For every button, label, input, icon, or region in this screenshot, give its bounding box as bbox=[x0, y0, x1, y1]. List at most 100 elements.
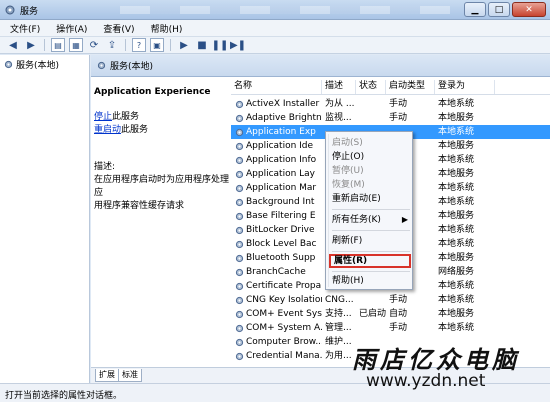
service-startup-cell: 自动 bbox=[389, 309, 408, 319]
service-logon-cell: 本地系统 bbox=[438, 183, 475, 193]
title-bar: 服务 ▁ □ ✕ bbox=[0, 0, 550, 20]
menu-stop[interactable]: 停止(O) bbox=[332, 150, 412, 164]
gear-icon bbox=[235, 352, 244, 360]
service-name-text: Application Ide bbox=[246, 141, 314, 151]
menu-restart[interactable]: 重新启动(E) bbox=[332, 192, 412, 206]
menu-separator bbox=[332, 271, 410, 272]
menu-action[interactable]: 操作(A) bbox=[46, 20, 93, 36]
menu-start[interactable]: 启动(S) bbox=[332, 136, 412, 150]
table-row[interactable]: CNG Key Isolation CNG... 手动 本地系统 bbox=[231, 293, 550, 307]
back-button[interactable]: ◀ bbox=[6, 38, 20, 52]
play-icon: ▶ bbox=[180, 39, 188, 51]
table-row[interactable]: COM+ System A... 管理... 手动 本地系统 bbox=[231, 321, 550, 335]
restart-service-link[interactable]: 重启动 bbox=[94, 125, 121, 135]
menu-pause[interactable]: 暂停(U) bbox=[332, 164, 412, 178]
table-row[interactable]: Computer Brow... 维护... bbox=[231, 335, 550, 349]
service-startup-cell bbox=[386, 335, 435, 349]
stop-service-button[interactable]: ■ bbox=[195, 38, 209, 52]
service-logon-cell: 本地系统 bbox=[438, 225, 475, 235]
menu-properties[interactable]: 属性(R) bbox=[329, 254, 411, 268]
pane-header: 服务(本地) bbox=[91, 55, 550, 77]
toolbar-separator bbox=[44, 39, 45, 51]
export-button[interactable]: ⇪ bbox=[105, 38, 119, 52]
service-desc-cell: 管理... bbox=[325, 323, 352, 333]
gear-icon bbox=[235, 114, 244, 122]
gear-icon bbox=[235, 170, 244, 178]
menu-separator bbox=[332, 230, 410, 231]
pause-service-button[interactable]: ❚❚ bbox=[212, 38, 229, 52]
restart-line: 重启动此服务 bbox=[94, 124, 229, 137]
title-bar-blur bbox=[120, 6, 450, 14]
window-title: 服务 bbox=[20, 7, 39, 17]
maximize-button[interactable]: □ bbox=[488, 2, 510, 17]
table-row[interactable]: Credential Mana... 为用... bbox=[231, 349, 550, 363]
refresh-toolbar-button[interactable]: ⟳ bbox=[87, 38, 101, 52]
service-startup-cell: 手动 bbox=[389, 113, 408, 123]
stop-service-link[interactable]: 停止 bbox=[94, 112, 112, 122]
column-logon-as[interactable]: 登录为 bbox=[435, 80, 495, 94]
gear-icon bbox=[235, 282, 244, 290]
service-name-text: BranchCache bbox=[246, 267, 306, 277]
refresh-icon: ⟳ bbox=[89, 39, 99, 51]
properties-toolbar-button[interactable]: ▣ bbox=[150, 38, 164, 52]
context-menu: 启动(S) 停止(O) 暂停(U) 恢复(M) 重新启动(E) 所有任务(K) … bbox=[325, 131, 413, 290]
menu-help[interactable]: 帮助(H) bbox=[332, 274, 412, 288]
status-text: 打开当前选择的属性对话框。 bbox=[5, 391, 123, 401]
menu-help[interactable]: 帮助(H) bbox=[141, 20, 189, 36]
service-name-cell: COM+ System A... bbox=[231, 321, 322, 335]
service-name-cell: COM+ Event Sys... bbox=[231, 307, 322, 321]
show-tree-button[interactable]: ▤ bbox=[51, 38, 65, 52]
service-logon-cell: 本地服务 bbox=[438, 211, 475, 221]
help-toolbar-button[interactable]: ? bbox=[132, 38, 146, 52]
gear-icon bbox=[235, 156, 244, 164]
toolbar: ◀ ▶ ▤ ▦ ⟳ ⇪ ? ▣ ▶ ■ ❚❚ ▶❚ bbox=[0, 36, 550, 54]
tab-standard[interactable]: 标准 bbox=[118, 369, 142, 382]
column-description[interactable]: 描述 bbox=[322, 80, 356, 94]
service-status-cell bbox=[356, 111, 386, 125]
menu-separator bbox=[332, 251, 410, 252]
table-row[interactable]: Adaptive Brightn... 监视... 手动 本地服务 bbox=[231, 111, 550, 125]
service-name-cell: BranchCache bbox=[231, 265, 322, 279]
menu-refresh[interactable]: 刷新(F) bbox=[332, 234, 412, 248]
view-button[interactable]: ▦ bbox=[69, 38, 83, 52]
service-name-text: Base Filtering E bbox=[246, 211, 316, 221]
list-header: 名称 描述 状态 启动类型 登录为 bbox=[231, 80, 550, 95]
menu-view[interactable]: 查看(V) bbox=[93, 20, 140, 36]
service-name-cell: Application Lay bbox=[231, 167, 322, 181]
minimize-button[interactable]: ▁ bbox=[464, 2, 486, 17]
toolbar-separator bbox=[125, 39, 126, 51]
service-name-text: ActiveX Installer ... bbox=[246, 99, 322, 109]
service-desc-cell: 为用... bbox=[325, 351, 352, 361]
table-row[interactable]: ActiveX Installer ...为从 ... 手动 本地系统 bbox=[231, 97, 550, 111]
column-status[interactable]: 状态 bbox=[356, 80, 386, 94]
menu-resume[interactable]: 恢复(M) bbox=[332, 178, 412, 192]
window-controls: ▁ □ ✕ bbox=[464, 2, 546, 17]
restart-service-button[interactable]: ▶❚ bbox=[230, 38, 246, 52]
table-row[interactable]: COM+ Event Sys...支持... 已启动自动 本地服务 bbox=[231, 307, 550, 321]
service-name-cell: BitLocker Drive bbox=[231, 223, 322, 237]
service-name-text: Background Int bbox=[246, 197, 315, 207]
service-name-cell: Application Exp bbox=[231, 125, 322, 139]
service-name-text: Computer Brow... bbox=[246, 337, 322, 347]
service-name-text: COM+ Event Sys... bbox=[246, 309, 322, 319]
list-view-icon: ▦ bbox=[72, 40, 80, 50]
tree-item-services-local[interactable]: 服务(本地) bbox=[4, 58, 59, 71]
forward-button[interactable]: ▶ bbox=[24, 38, 38, 52]
menu-all-tasks[interactable]: 所有任务(K) ▶ bbox=[332, 213, 412, 227]
service-name-text: BitLocker Drive bbox=[246, 225, 315, 235]
restart-suffix: 此服务 bbox=[121, 125, 149, 135]
export-list-icon: ⇪ bbox=[107, 39, 117, 51]
service-logon-cell: 本地系统 bbox=[438, 155, 475, 165]
column-startup-type[interactable]: 启动类型 bbox=[386, 80, 435, 94]
back-arrow-icon: ◀ bbox=[9, 39, 17, 51]
menu-file[interactable]: 文件(F) bbox=[0, 20, 46, 36]
service-description: 描述: 在应用程序启动时为应用程序处理应 用程序兼容性缓存请求 bbox=[94, 161, 229, 213]
column-name[interactable]: 名称 bbox=[231, 80, 322, 94]
toolbar-separator bbox=[170, 39, 171, 51]
service-startup-cell bbox=[386, 349, 435, 363]
start-service-button[interactable]: ▶ bbox=[177, 38, 191, 52]
tab-extended[interactable]: 扩展 bbox=[95, 369, 119, 382]
close-button[interactable]: ✕ bbox=[512, 2, 546, 17]
service-name-text: Certificate Propa bbox=[246, 281, 322, 291]
service-name-text: Application Lay bbox=[246, 169, 316, 179]
